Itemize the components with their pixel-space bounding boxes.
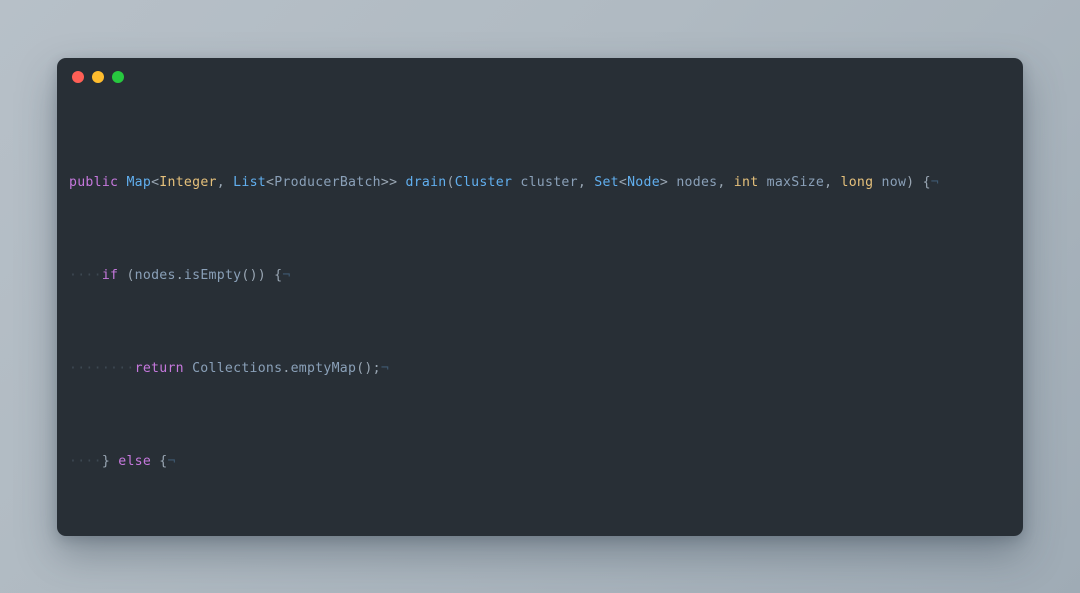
code-line: public Map<Integer, List<ProducerBatch>>… [69,174,940,190]
code-area[interactable]: public Map<Integer, List<ProducerBatch>>… [57,96,1023,536]
maximize-button[interactable] [112,71,124,83]
minimize-button[interactable] [92,71,104,83]
code-line: ····if (nodes.isEmpty()) {¬ [69,268,291,284]
code-line: ····} else {¬ [69,454,176,470]
window-titlebar [57,58,1023,96]
code-line: ········return Collections.emptyMap();¬ [69,361,390,377]
close-button[interactable] [72,71,84,83]
code-window: public Map<Integer, List<ProducerBatch>>… [57,58,1023,536]
